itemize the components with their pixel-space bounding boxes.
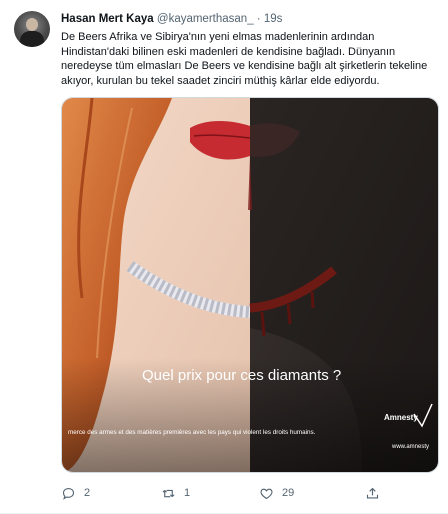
avatar-head	[26, 18, 38, 31]
avatar[interactable]	[14, 11, 50, 47]
retweet-button[interactable]: 1	[161, 483, 190, 503]
avatar-torso	[20, 31, 44, 47]
ad-footer: merce des armes et des matières première…	[68, 429, 316, 436]
share-button[interactable]	[365, 483, 388, 503]
amnesty-logo: Amnesty	[384, 413, 418, 422]
like-count: 29	[282, 487, 295, 499]
tweet[interactable]: Hasan Mert Kaya @kayamerthasan_ · 19s De…	[0, 0, 448, 514]
ad-image: Quel prix pour ces diamants ? merce des …	[62, 98, 438, 472]
retweet-count: 1	[184, 487, 191, 499]
reply-count: 2	[84, 487, 91, 499]
reply-button[interactable]: 2	[61, 483, 90, 503]
tweet-actions: 2 1 29	[61, 483, 439, 503]
ad-headline: Quel prix pour ces diamants ?	[142, 367, 341, 384]
tweet-header: Hasan Mert Kaya @kayamerthasan_ · 19s	[61, 12, 282, 26]
tweet-text: De Beers Afrika ve Sibirya'nın yeni elma…	[61, 31, 428, 87]
separator-dot: ·	[256, 13, 261, 25]
reply-icon	[62, 487, 75, 500]
share-icon	[366, 487, 379, 498]
retweet-icon	[162, 489, 175, 497]
like-button[interactable]: 29	[259, 483, 294, 503]
author-handle[interactable]: @kayamerthasan_	[157, 13, 254, 25]
heart-icon	[260, 488, 273, 499]
tweet-timestamp[interactable]: 19s	[264, 13, 283, 25]
amnesty-url: www.amnesty	[391, 444, 429, 450]
tweet-media[interactable]: Quel prix pour ces diamants ? merce des …	[61, 97, 439, 473]
author-name[interactable]: Hasan Mert Kaya	[61, 13, 154, 25]
